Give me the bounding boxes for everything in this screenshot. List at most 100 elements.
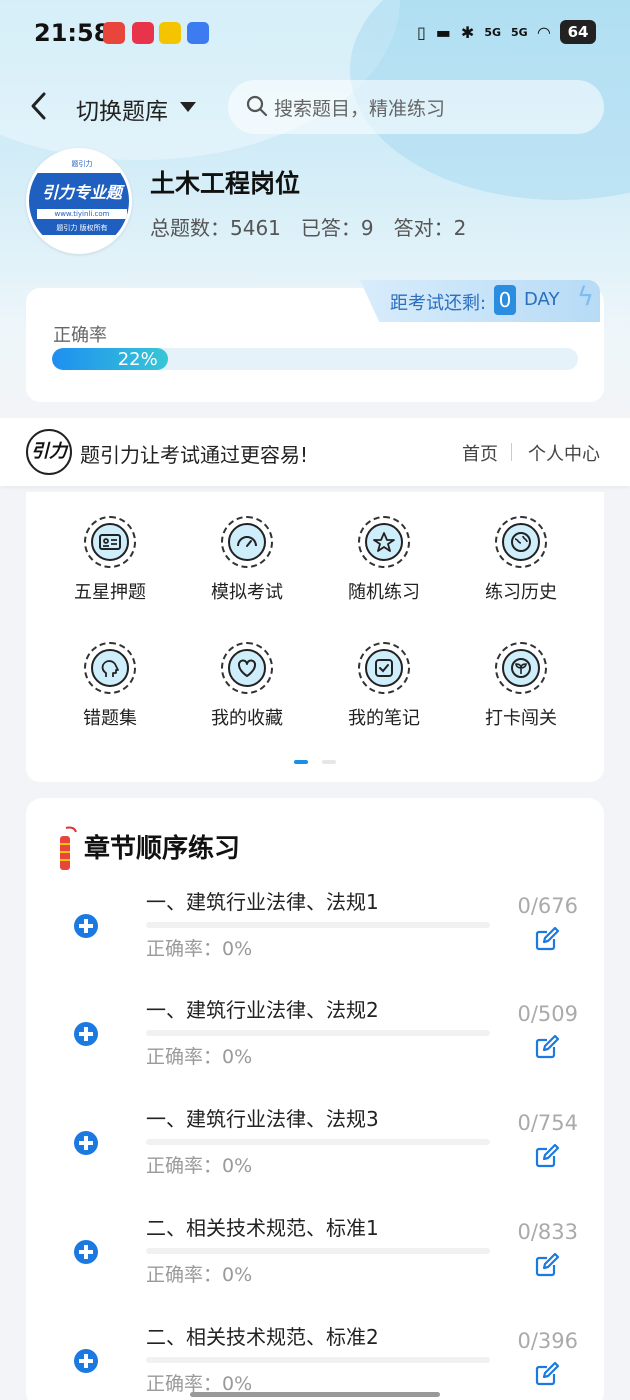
lightning-icon: ϟ — [576, 282, 594, 312]
note-check-icon — [375, 659, 393, 677]
feature-mock-exam[interactable]: 模拟考试 — [182, 516, 312, 604]
chapter-progress-bar — [146, 1030, 490, 1036]
chapter-name: 二、相关技术规范、标准1 — [146, 1216, 379, 1240]
countdown-unit: DAY — [524, 289, 560, 310]
chapter-count: 0/676 — [517, 894, 578, 918]
app-notification-icon — [187, 22, 209, 44]
chapter-section-title: 章节顺序练习 — [84, 834, 241, 864]
battery-indicator: 64 — [560, 20, 596, 44]
brand-logo: 引力 — [26, 429, 72, 475]
chapter-accuracy: 正确率：0% — [146, 938, 253, 960]
chapter-count: 0/396 — [517, 1329, 578, 1353]
chapter-count: 0/509 — [517, 1002, 578, 1026]
id-card-icon — [99, 534, 121, 550]
chapter-progress-bar — [146, 1248, 490, 1254]
star-network-icon — [373, 532, 395, 552]
exam-countdown-badge: 距考试还剩: 0 DAY ϟ — [360, 280, 600, 322]
page-indicator[interactable] — [294, 760, 336, 764]
expand-plus-icon[interactable] — [74, 1349, 98, 1373]
chevron-left-icon — [31, 92, 46, 120]
feature-grid: 五星押题 模拟考试 随机练习 练习历史 错题集 我的收藏 我的笔记 打卡闯关 — [26, 492, 604, 782]
wifi-icon: ◠ — [537, 22, 550, 42]
status-time: 21:58 — [34, 19, 111, 47]
page-dot-active[interactable] — [294, 760, 308, 764]
chapter-name: 一、建筑行业法律、法规2 — [146, 998, 379, 1022]
slogan-bar: 引力 题引力让考试通过更容易! 首页 个人中心 — [0, 418, 630, 486]
bank-title: 土木工程岗位 — [150, 169, 301, 198]
countdown-label: 距考试还剩: — [390, 293, 487, 314]
accuracy-progress-bar: 22% — [52, 348, 578, 370]
answered-count: 已答：9 — [300, 216, 374, 240]
chapter-row[interactable]: 一、建筑行业法律、法规1 正确率：0% 0/676 — [26, 890, 604, 1004]
chapter-name: 一、建筑行业法律、法规3 — [146, 1107, 379, 1131]
accuracy-card: 距考试还剩: 0 DAY ϟ 正确率 22% — [26, 280, 604, 402]
total-questions: 总题数：5461 — [150, 216, 281, 240]
correct-count: 答对：2 — [393, 216, 467, 240]
edit-icon[interactable] — [534, 1034, 560, 1060]
chapter-accuracy: 正确率：0% — [146, 1046, 253, 1068]
feature-wrong-questions[interactable]: 错题集 — [45, 642, 175, 730]
chapter-progress-bar — [146, 1139, 490, 1145]
speedometer-icon — [237, 536, 257, 547]
expand-plus-icon[interactable] — [74, 1131, 98, 1155]
question-bank-logo: 题引力 引力专业题 www.tiyinli.com 题引力 版权所有 — [26, 148, 132, 254]
app-notification-icon — [159, 22, 181, 44]
search-placeholder: 搜索题目，精准练习 — [274, 98, 446, 120]
expand-plus-icon[interactable] — [74, 914, 98, 938]
chapter-count: 0/754 — [517, 1111, 578, 1135]
edit-icon[interactable] — [534, 1252, 560, 1278]
app-notification-icon — [103, 22, 125, 44]
countdown-days: 0 — [494, 285, 516, 315]
feature-five-star[interactable]: 五星押题 — [45, 516, 175, 604]
firecracker-icon — [60, 826, 77, 870]
feature-notes[interactable]: 我的笔记 — [319, 642, 449, 730]
feature-checkin[interactable]: 打卡闯关 — [456, 642, 586, 730]
accuracy-value: 22% — [117, 348, 158, 370]
expand-plus-icon[interactable] — [74, 1240, 98, 1264]
edit-icon[interactable] — [534, 1361, 560, 1387]
accuracy-progress-fill: 22% — [52, 348, 168, 370]
feature-random-practice[interactable]: 随机练习 — [319, 516, 449, 604]
bed-icon: ▬ — [435, 22, 451, 42]
feature-favorites[interactable]: 我的收藏 — [182, 642, 312, 730]
chapter-accuracy: 正确率：0% — [146, 1264, 253, 1286]
search-input[interactable]: 搜索题目，精准练习 — [228, 80, 604, 134]
app-notification-icon — [132, 22, 154, 44]
chapter-practice-card: 章节顺序练习 一、建筑行业法律、法规1 正确率：0% 0/676 一、建筑行业法… — [26, 798, 604, 1400]
globe-clock-icon — [511, 532, 531, 552]
chapter-progress-bar — [146, 1357, 490, 1363]
page-dot[interactable] — [322, 760, 336, 764]
slogan-text: 题引力让考试通过更容易! — [80, 443, 309, 467]
switch-bank-button[interactable]: 切换题库 — [76, 92, 168, 126]
edit-icon[interactable] — [534, 1143, 560, 1169]
heart-icon — [238, 659, 256, 677]
chapter-row[interactable]: 一、建筑行业法律、法规3 正确率：0% 0/754 — [26, 1107, 604, 1221]
signal-icon: 5G — [484, 25, 501, 39]
chapter-accuracy: 正确率：0% — [146, 1155, 253, 1177]
bluetooth-icon: ✱ — [460, 22, 475, 42]
signal-icon: 5G — [511, 25, 528, 39]
accuracy-label: 正确率 — [53, 325, 107, 346]
caret-down-icon[interactable] — [180, 102, 196, 112]
feature-practice-history[interactable]: 练习历史 — [456, 516, 586, 604]
chapter-name: 一、建筑行业法律、法规1 — [146, 890, 379, 914]
chapter-progress-bar — [146, 922, 490, 928]
nav-divider — [511, 443, 512, 461]
edit-icon[interactable] — [534, 926, 560, 952]
search-icon — [246, 95, 268, 117]
nav-home-link[interactable]: 首页 — [462, 440, 498, 466]
bank-stats: 总题数：5461 已答：9 答对：2 — [150, 212, 466, 241]
expand-plus-icon[interactable] — [74, 1022, 98, 1046]
chapter-name: 二、相关技术规范、标准2 — [146, 1325, 379, 1349]
back-button[interactable] — [26, 88, 56, 124]
home-indicator[interactable] — [190, 1392, 440, 1397]
nav-user-center-link[interactable]: 个人中心 — [528, 440, 600, 466]
vibrate-icon: ▯ — [416, 22, 426, 42]
chapter-row[interactable]: 一、建筑行业法律、法规2 正确率：0% 0/509 — [26, 998, 604, 1112]
chapter-count: 0/833 — [517, 1220, 578, 1244]
status-bar: 21:58 ▯ ▬ ✱ 5G 5G ◠ 64 — [0, 0, 630, 68]
chapter-row[interactable]: 二、相关技术规范、标准1 正确率：0% 0/833 — [26, 1216, 604, 1330]
leaf-icon — [511, 658, 531, 678]
chapter-row[interactable]: 二、相关技术规范、标准2 正确率：0% 0/396 — [26, 1325, 604, 1400]
head-brain-icon — [101, 660, 119, 677]
